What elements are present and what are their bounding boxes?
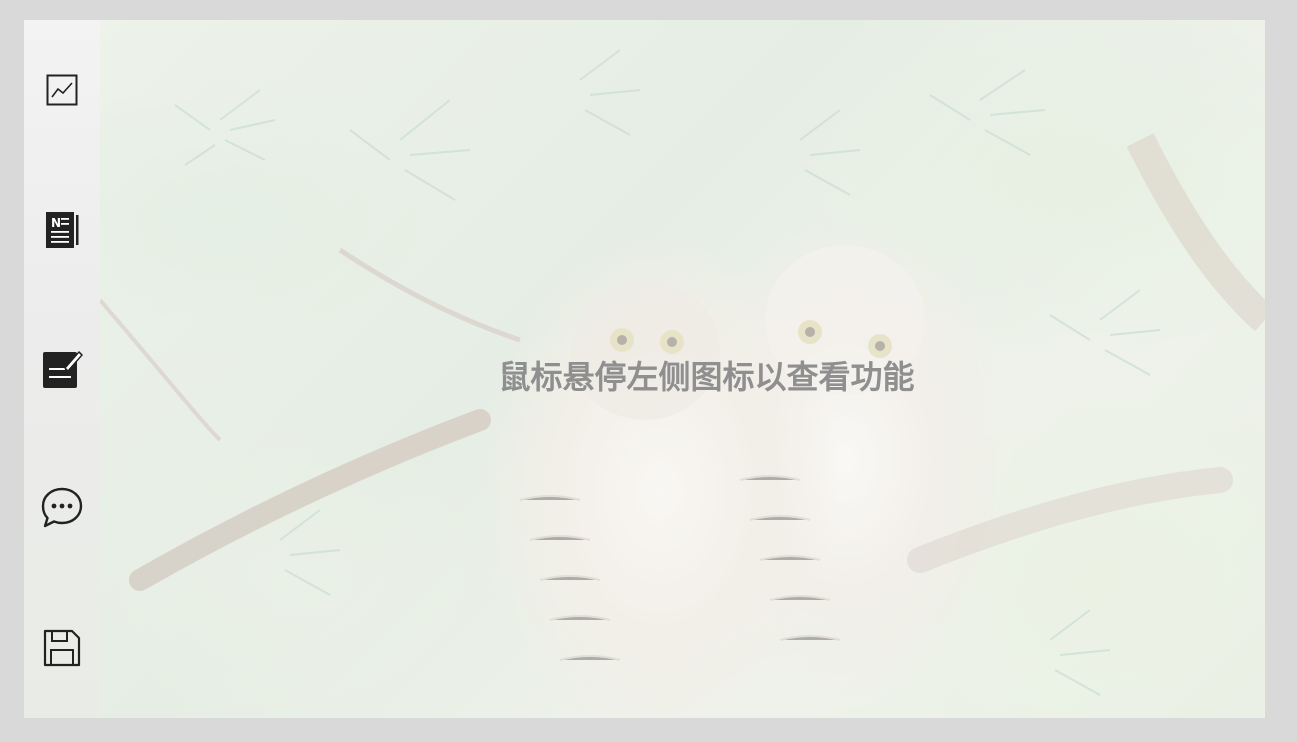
sidebar-item-chat[interactable]	[24, 478, 100, 538]
save-floppy-icon	[42, 628, 82, 668]
line-chart-icon	[45, 73, 79, 107]
svg-text:N: N	[51, 216, 61, 230]
sidebar-item-notes[interactable]: N	[24, 200, 100, 260]
sidebar-item-chart[interactable]	[24, 60, 100, 120]
app-window: N 鼠标悬停左侧图标以查看功能	[24, 20, 1265, 718]
hover-hint-text: 鼠标悬停左侧图标以查看功能	[498, 358, 915, 396]
notebook-icon: N	[43, 210, 81, 250]
sidebar-item-save[interactable]	[24, 618, 100, 678]
chat-bubble-icon	[40, 486, 84, 530]
